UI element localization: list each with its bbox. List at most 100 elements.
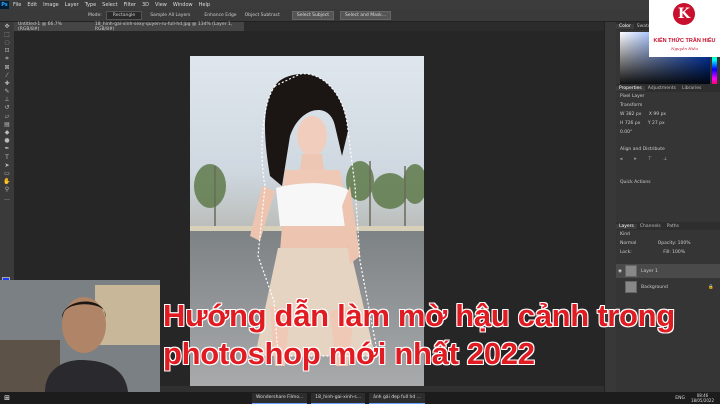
blend-opacity-row: Normal Opacity: 100% xyxy=(616,239,720,248)
language-indicator[interactable]: ENG xyxy=(675,396,685,401)
object-select-tool-icon[interactable]: ⊡ xyxy=(0,47,14,55)
tab-libraries[interactable]: Libraries xyxy=(679,86,704,91)
select-mask-button[interactable]: Select and Mask... xyxy=(339,10,392,20)
opacity-field[interactable]: Opacity: 100% xyxy=(658,241,691,246)
object-subtract-checkbox[interactable]: Object Subtract xyxy=(245,13,280,18)
shape-tool-icon[interactable]: ▭ xyxy=(0,169,14,177)
fill-field[interactable]: Fill: 100% xyxy=(663,250,685,255)
layer-name: Layer 1 xyxy=(641,268,658,274)
history-brush-icon[interactable]: ↺ xyxy=(0,104,14,112)
properties-panel: Properties Adjustments Libraries Pixel L… xyxy=(616,84,720,234)
eye-icon[interactable]: ◉ xyxy=(618,269,622,274)
properties-tabs: Properties Adjustments Libraries xyxy=(616,84,720,92)
channel-logo: K KIẾN THỨC TRẦN HIẾU Nguyễn Hiếu xyxy=(649,0,720,57)
menu-bar: Ps File Edit Image Layer Type Select Fil… xyxy=(0,0,720,9)
sample-all-checkbox[interactable]: Sample All Layers xyxy=(150,13,190,18)
tools-panel: ✥ ⬚ ◌ ⊡ ⌗ ⊠ ⁄ ✚ ✎ ⊥ ↺ ▱ ▤ ◆ ● ✒ T ➤ ▭ ✋ … xyxy=(0,22,15,292)
dodge-tool-icon[interactable]: ● xyxy=(0,137,14,145)
tab-color[interactable]: Color xyxy=(616,23,634,29)
headline-line-2: photoshop mới nhất 2022 xyxy=(163,336,535,371)
mode-label: Mode: xyxy=(88,12,102,18)
menu-edit[interactable]: Edit xyxy=(27,2,37,8)
menu-image[interactable]: Image xyxy=(43,2,59,8)
align-icons[interactable]: ⫷ ⫸ ⊤ ⊥ xyxy=(616,154,720,164)
photoshop-logo: Ps xyxy=(0,0,9,9)
layer-filter-kind[interactable]: Kind xyxy=(616,230,720,239)
zoom-tool-icon[interactable]: ⚲ xyxy=(0,186,14,194)
right-panels: Color Swatches Properties Adjustments Li… xyxy=(616,22,720,392)
clock-date: 18/05/2022 xyxy=(690,398,714,403)
blend-mode-select[interactable]: Normal xyxy=(620,241,636,246)
pen-tool-icon[interactable]: ✒ xyxy=(0,145,14,153)
windows-start-icon[interactable]: ⊞ xyxy=(2,393,12,403)
h-label: H xyxy=(620,121,624,126)
windows-taskbar: ⊞ Wondershare Filmo... 18_hinh-gai-xinh-… xyxy=(0,392,720,404)
path-select-tool-icon[interactable]: ➤ xyxy=(0,161,14,169)
eraser-tool-icon[interactable]: ▱ xyxy=(0,112,14,120)
move-tool-icon[interactable]: ✥ xyxy=(0,22,14,30)
y-label: Y xyxy=(647,121,651,126)
marquee-tool-icon[interactable]: ⬚ xyxy=(0,30,14,38)
menu-filter[interactable]: Filter xyxy=(124,2,136,8)
taskbar-app-filmora[interactable]: Wondershare Filmo... xyxy=(252,392,308,404)
select-subject-button[interactable]: Select Subject xyxy=(291,10,334,20)
align-heading: Align and Distribute xyxy=(620,147,665,152)
y-field[interactable]: 27 px xyxy=(652,121,665,126)
lock-icon: 🔒 xyxy=(708,284,714,290)
tab-paths[interactable]: Paths xyxy=(664,224,682,229)
tab-channels[interactable]: Channels xyxy=(637,224,664,229)
menu-3d[interactable]: 3D xyxy=(142,2,149,8)
crop-tool-icon[interactable]: ⌗ xyxy=(0,55,14,63)
system-tray: ENG 08:46 18/05/2022 xyxy=(675,393,714,403)
headline-line-1: Hướng dẫn làm mờ hậu cảnh trong xyxy=(163,298,675,333)
taskbar-app-photoshop[interactable]: 18_hinh-gai-xinh-s... xyxy=(311,392,366,404)
clock[interactable]: 08:46 18/05/2022 xyxy=(691,393,714,403)
healing-tool-icon[interactable]: ✚ xyxy=(0,79,14,87)
mode-select[interactable]: Rectangle xyxy=(105,10,143,20)
document-tab[interactable]: Untitled-1 @ 66.7% (RGB/8#) 18_hinh-gai-… xyxy=(14,21,244,32)
lock-fill-row: Lock: Fill: 100% xyxy=(616,248,720,257)
x-label: X xyxy=(648,112,652,117)
blur-tool-icon[interactable]: ◆ xyxy=(0,128,14,136)
transform-wh-row: W 382 px X 99 px xyxy=(616,110,720,119)
eyedropper-tool-icon[interactable]: ⁄ xyxy=(0,71,14,79)
menu-layer[interactable]: Layer xyxy=(65,2,79,8)
menu-view[interactable]: View xyxy=(155,2,167,8)
frame-tool-icon[interactable]: ⊠ xyxy=(0,63,14,71)
webcam-overlay xyxy=(0,280,160,392)
more-tools-icon[interactable]: … xyxy=(0,194,14,202)
tab-properties[interactable]: Properties xyxy=(616,85,645,91)
transform-heading: Transform xyxy=(620,103,643,108)
menu-window[interactable]: Window xyxy=(173,2,193,8)
tab-layers[interactable]: Layers xyxy=(616,223,637,229)
logo-name: KIẾN THỨC TRẦN HIẾU xyxy=(653,38,716,44)
logo-mark: K xyxy=(673,3,695,25)
options-bar: Mode: Rectangle Sample All Layers Enhanc… xyxy=(0,9,720,22)
layers-tabs: Layers Channels Paths xyxy=(616,222,720,230)
h-field[interactable]: 726 px xyxy=(625,121,641,126)
quick-actions-heading: Quick Actions xyxy=(620,180,651,185)
menu-type[interactable]: Type xyxy=(85,2,96,8)
layer-row-layer1[interactable]: ◉ Layer 1 xyxy=(616,264,720,278)
menu-file[interactable]: File xyxy=(13,2,21,8)
layer-row-background[interactable]: Background 🔒 xyxy=(616,280,720,294)
menu-help[interactable]: Help xyxy=(199,2,210,8)
hand-tool-icon[interactable]: ✋ xyxy=(0,178,14,186)
w-field[interactable]: 382 px xyxy=(626,112,642,117)
logo-tagline: Nguyễn Hiếu xyxy=(670,46,698,51)
taskbar-app-browser[interactable]: ảnh gái đẹp full hd ... xyxy=(369,392,425,404)
document-tab-label: Untitled-1 @ 66.7% (RGB/8#) xyxy=(18,21,62,32)
presenter-video xyxy=(0,280,160,392)
enhance-edge-checkbox[interactable]: Enhance Edge xyxy=(204,13,236,18)
angle-field[interactable]: 0.00° xyxy=(616,128,720,137)
tab-adjustments[interactable]: Adjustments xyxy=(645,86,679,91)
stamp-tool-icon[interactable]: ⊥ xyxy=(0,96,14,104)
type-tool-icon[interactable]: T xyxy=(0,153,14,161)
brush-tool-icon[interactable]: ✎ xyxy=(0,88,14,96)
x-field[interactable]: 99 px xyxy=(653,112,666,117)
menu-select[interactable]: Select xyxy=(102,2,117,8)
lasso-tool-icon[interactable]: ◌ xyxy=(0,38,14,46)
layer-thumbnail xyxy=(625,265,637,277)
lock-label: Lock: xyxy=(620,250,632,255)
gradient-tool-icon[interactable]: ▤ xyxy=(0,120,14,128)
